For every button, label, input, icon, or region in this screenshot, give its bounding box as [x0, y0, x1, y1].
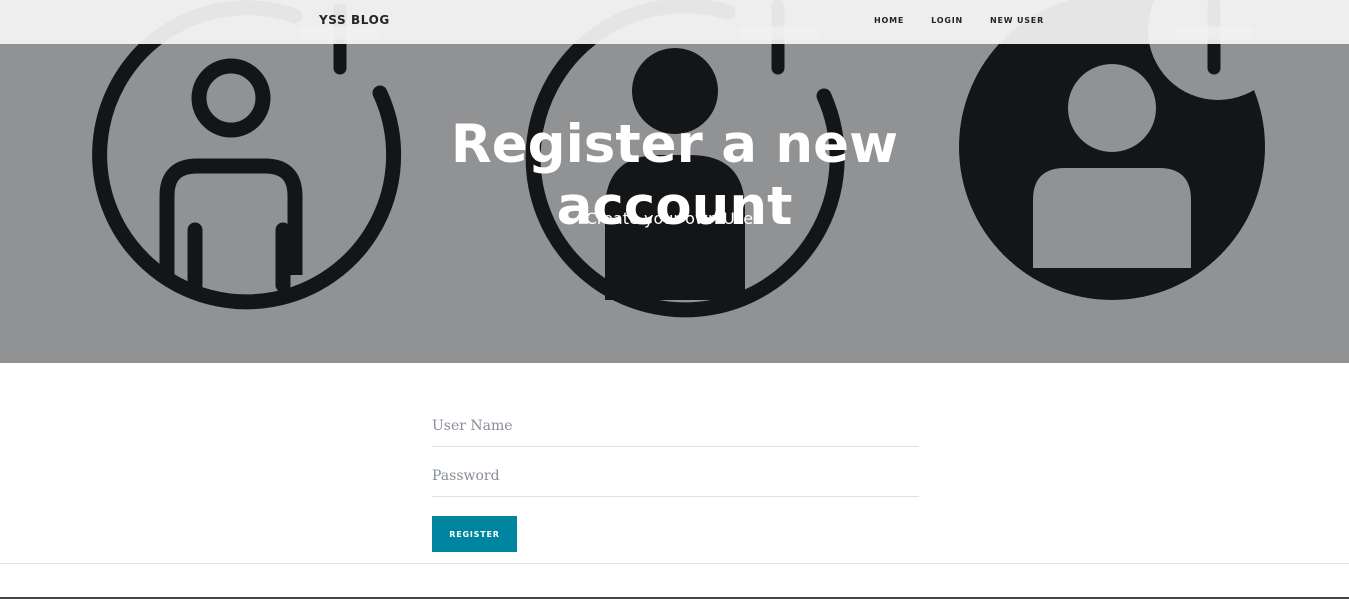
brand-link[interactable]: YSS BLOG — [319, 13, 390, 27]
nav-link-login[interactable]: LOGIN — [931, 16, 963, 25]
navbar: YSS BLOG HOME LOGIN NEW USER — [0, 0, 1349, 44]
nav-link-home[interactable]: HOME — [874, 16, 904, 25]
username-input[interactable] — [432, 413, 919, 439]
username-field-group — [432, 405, 919, 447]
page: Register a new account Create your own U… — [0, 0, 1349, 599]
divider — [0, 563, 1349, 564]
nav-link-new-user[interactable]: NEW USER — [990, 16, 1044, 25]
page-header: Register a new account Create your own U… — [0, 0, 1349, 363]
password-input[interactable] — [432, 463, 919, 489]
register-button[interactable]: REGISTER — [432, 516, 517, 552]
nav-links: HOME LOGIN NEW USER — [874, 16, 1044, 25]
register-form: REGISTER — [432, 405, 919, 552]
page-subtitle: Create your own User. — [585, 209, 764, 228]
password-field-group — [432, 455, 919, 497]
